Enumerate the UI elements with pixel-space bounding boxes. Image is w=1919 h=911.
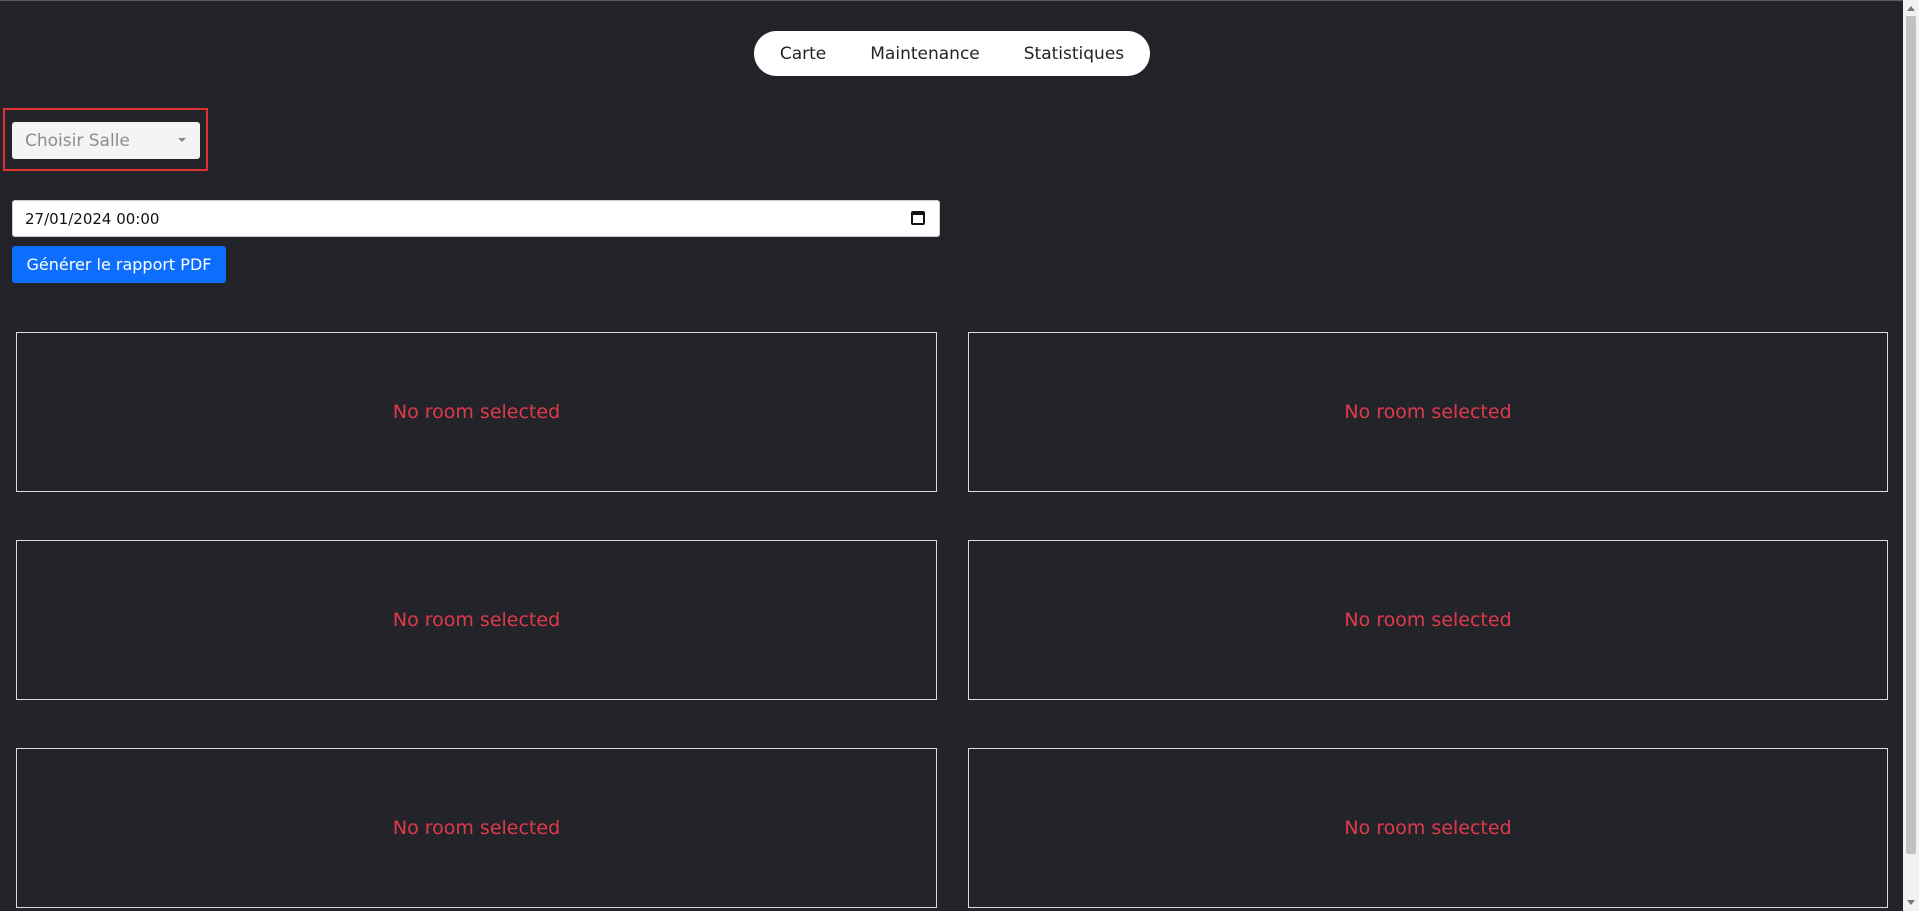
room-select[interactable]: Choisir Salle bbox=[12, 122, 200, 159]
no-room-message: No room selected bbox=[1344, 817, 1512, 839]
chevron-down-icon bbox=[178, 138, 186, 142]
chart-panel: No room selected bbox=[968, 540, 1888, 700]
scrollbar-thumb[interactable] bbox=[1906, 16, 1916, 854]
no-room-message: No room selected bbox=[1344, 401, 1512, 423]
chart-panel: No room selected bbox=[16, 748, 937, 908]
chart-panel: No room selected bbox=[968, 748, 1888, 908]
chart-panel: No room selected bbox=[968, 332, 1888, 492]
no-room-message: No room selected bbox=[392, 609, 561, 631]
no-room-message: No room selected bbox=[392, 401, 561, 423]
date-input[interactable]: 27/01/2024 00:00 bbox=[12, 200, 940, 237]
main-nav: Carte Maintenance Statistiques bbox=[754, 31, 1150, 76]
top-border bbox=[0, 0, 1919, 1]
nav-item-carte[interactable]: Carte bbox=[758, 44, 848, 64]
no-room-message: No room selected bbox=[1344, 609, 1512, 631]
generate-pdf-button[interactable]: Générer le rapport PDF bbox=[12, 246, 226, 283]
nav-item-maintenance[interactable]: Maintenance bbox=[848, 44, 1001, 64]
vertical-scrollbar[interactable] bbox=[1903, 0, 1919, 911]
scroll-down-icon[interactable] bbox=[1907, 900, 1915, 905]
no-room-message: No room selected bbox=[392, 817, 561, 839]
nav-item-statistiques[interactable]: Statistiques bbox=[1002, 44, 1146, 64]
room-select-placeholder: Choisir Salle bbox=[25, 130, 130, 151]
chart-panel: No room selected bbox=[16, 332, 937, 492]
date-input-value: 27/01/2024 00:00 bbox=[25, 209, 160, 228]
scroll-up-icon[interactable] bbox=[1907, 6, 1915, 11]
chart-panel: No room selected bbox=[16, 540, 937, 700]
calendar-icon[interactable] bbox=[911, 211, 925, 225]
